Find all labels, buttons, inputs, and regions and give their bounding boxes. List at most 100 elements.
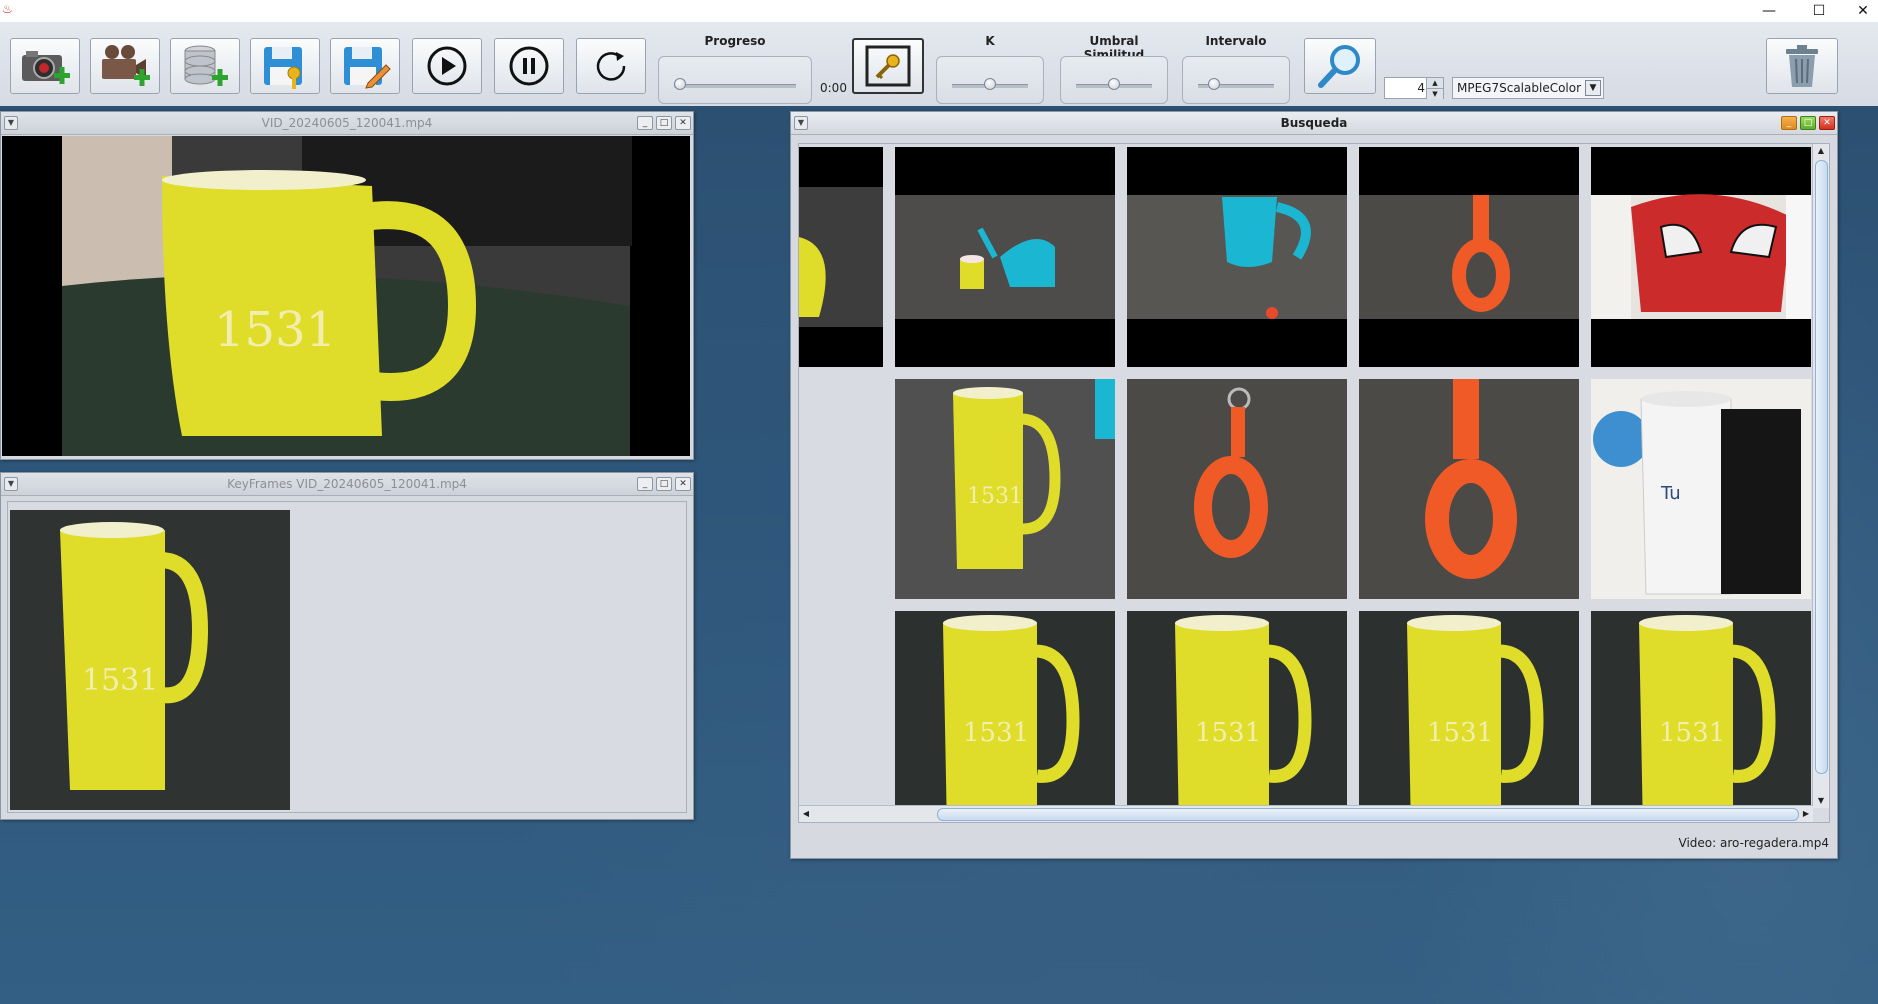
spinner-up-arrow-icon[interactable]: ▲ bbox=[1426, 78, 1443, 88]
k-slider[interactable] bbox=[984, 78, 996, 90]
close-icon[interactable]: ✕ bbox=[1819, 116, 1835, 130]
spinner-down-arrow-icon[interactable]: ▼ bbox=[1426, 88, 1443, 99]
search-window: ▼ Busqueda _ □ ✕ 1531 Tu 1531 1531 1531 … bbox=[790, 111, 1838, 859]
result-thumbnail[interactable]: Tu bbox=[1591, 379, 1811, 599]
result-thumbnail[interactable] bbox=[1127, 147, 1347, 367]
time-label: 0:00 bbox=[820, 81, 847, 95]
result-thumbnail[interactable] bbox=[1591, 147, 1811, 367]
minimize-window-button[interactable]: — bbox=[1746, 0, 1792, 22]
scroll-left-arrow-icon[interactable]: ◀ bbox=[799, 806, 813, 822]
svg-text:1531: 1531 bbox=[82, 663, 158, 698]
maximize-icon[interactable]: □ bbox=[656, 116, 672, 130]
scroll-right-arrow-icon[interactable]: ▶ bbox=[1799, 806, 1813, 822]
floppy-pencil-icon bbox=[344, 47, 391, 89]
delete-button[interactable] bbox=[1766, 38, 1838, 94]
video-player[interactable]: 1531 bbox=[2, 136, 690, 456]
video-window-titlebar[interactable]: ▼ VID_20240605_120041.mp4 _ □ ✕ bbox=[1, 112, 693, 135]
k-label: K bbox=[985, 34, 995, 48]
svg-text:Tu: Tu bbox=[1660, 483, 1681, 504]
result-image: 1531 bbox=[1359, 611, 1579, 822]
result-image bbox=[1127, 379, 1347, 599]
add-video-button[interactable] bbox=[90, 38, 160, 94]
maximize-icon[interactable]: □ bbox=[656, 477, 672, 491]
toolbar: Progreso 0:00 K Umbral Similitud Interva… bbox=[0, 22, 1878, 107]
result-thumbnail[interactable] bbox=[1359, 379, 1579, 599]
result-thumbnail[interactable]: 1531 bbox=[1359, 611, 1579, 822]
chevron-down-icon[interactable]: ▼ bbox=[1585, 80, 1601, 96]
spinner-value: 4 bbox=[1417, 81, 1425, 95]
database-plus-icon bbox=[184, 45, 228, 86]
interval-slider[interactable] bbox=[1207, 78, 1220, 90]
add-database-button[interactable] bbox=[170, 38, 240, 94]
maximize-icon[interactable]: □ bbox=[1800, 116, 1816, 130]
interval-label: Intervalo bbox=[1205, 34, 1267, 48]
result-thumbnail[interactable]: 1531 bbox=[1127, 611, 1347, 822]
result-image bbox=[895, 147, 1115, 367]
svg-text:1531: 1531 bbox=[963, 718, 1029, 748]
magnifier-icon bbox=[1318, 45, 1360, 88]
result-image: 1531 bbox=[1591, 611, 1811, 822]
play-icon bbox=[427, 46, 467, 86]
result-thumbnail[interactable] bbox=[1127, 379, 1347, 599]
key-tool-button[interactable] bbox=[852, 38, 924, 94]
progress-slider[interactable] bbox=[674, 78, 686, 90]
keyframes-panel: 1531 bbox=[7, 501, 687, 813]
k-results-spinner[interactable]: 4 ▲ ▼ bbox=[1384, 77, 1444, 99]
result-image bbox=[799, 147, 883, 367]
horizontal-scrollbar[interactable]: ◀ ▶ bbox=[799, 805, 1813, 822]
result-thumbnail[interactable]: 1531 bbox=[1591, 611, 1811, 822]
horizontal-scroll-thumb[interactable] bbox=[937, 808, 1799, 821]
svg-text:1531: 1531 bbox=[1195, 718, 1261, 748]
result-thumbnail[interactable] bbox=[1359, 147, 1579, 367]
search-window-titlebar[interactable]: ▼ Busqueda _ □ ✕ bbox=[791, 112, 1837, 135]
progress-label: Progreso bbox=[704, 34, 766, 48]
result-image bbox=[1591, 147, 1811, 367]
pause-icon bbox=[509, 46, 549, 86]
floppy-key-icon bbox=[264, 47, 302, 89]
result-thumbnail[interactable]: 1531 bbox=[895, 379, 1115, 599]
svg-text:1531: 1531 bbox=[1659, 718, 1725, 748]
minimize-icon[interactable]: _ bbox=[1781, 116, 1797, 130]
maximize-window-button[interactable]: ☐ bbox=[1796, 0, 1842, 22]
pause-button[interactable] bbox=[494, 38, 564, 94]
save-edit-button[interactable] bbox=[330, 38, 400, 94]
restart-icon bbox=[596, 52, 626, 81]
play-button[interactable] bbox=[412, 38, 482, 94]
keyframe-thumbnail[interactable]: 1531 bbox=[10, 510, 290, 810]
result-thumbnail[interactable] bbox=[799, 147, 883, 367]
result-image: 1531 bbox=[1127, 611, 1347, 822]
add-image-button[interactable] bbox=[10, 38, 80, 94]
close-icon[interactable]: ✕ bbox=[675, 116, 691, 130]
scroll-up-arrow-icon[interactable]: ▲ bbox=[1813, 144, 1829, 158]
close-icon[interactable]: ✕ bbox=[675, 477, 691, 491]
minimize-icon[interactable]: _ bbox=[637, 477, 653, 491]
video-camera-plus-icon bbox=[102, 45, 150, 86]
result-image: Tu bbox=[1591, 379, 1811, 599]
svg-text:1531: 1531 bbox=[967, 484, 1023, 509]
java-app-icon: ♨ bbox=[2, 2, 13, 16]
keyframes-window-titlebar[interactable]: ▼ KeyFrames VID_20240605_120041.mp4 _ □ … bbox=[1, 473, 693, 496]
minimize-icon[interactable]: _ bbox=[637, 116, 653, 130]
search-status-label: Video: aro-regadera.mp4 bbox=[1678, 836, 1829, 850]
restart-button[interactable] bbox=[576, 38, 646, 94]
window-title-bar: ♨ — ☐ ✕ bbox=[0, 0, 1878, 22]
result-image bbox=[1359, 379, 1579, 599]
keyframe-image: 1531 bbox=[10, 510, 290, 810]
descriptor-value: MPEG7ScalableColor bbox=[1457, 81, 1582, 95]
result-image: 1531 bbox=[895, 611, 1115, 822]
result-thumbnail[interactable] bbox=[895, 147, 1115, 367]
vertical-scroll-thumb[interactable] bbox=[1815, 160, 1828, 774]
descriptor-select[interactable]: MPEG7ScalableColor ▼ bbox=[1452, 77, 1604, 99]
search-button[interactable] bbox=[1304, 38, 1376, 94]
result-image bbox=[1359, 147, 1579, 367]
save-key-button[interactable] bbox=[250, 38, 320, 94]
threshold-slider[interactable] bbox=[1108, 78, 1120, 90]
vertical-scrollbar[interactable]: ▲ ▼ bbox=[1812, 144, 1829, 808]
results-scroll-panel: 1531 Tu 1531 1531 1531 1531 ▲ ▼ ◀ ▶ bbox=[798, 143, 1830, 823]
scroll-down-arrow-icon[interactable]: ▼ bbox=[1813, 794, 1829, 808]
svg-text:1531: 1531 bbox=[1427, 718, 1493, 748]
keyframes-window-title: KeyFrames VID_20240605_120041.mp4 bbox=[227, 477, 467, 491]
close-window-button[interactable]: ✕ bbox=[1840, 0, 1878, 22]
video-window: ▼ VID_20240605_120041.mp4 _ □ ✕ 1531 bbox=[0, 111, 694, 460]
result-thumbnail[interactable]: 1531 bbox=[895, 611, 1115, 822]
